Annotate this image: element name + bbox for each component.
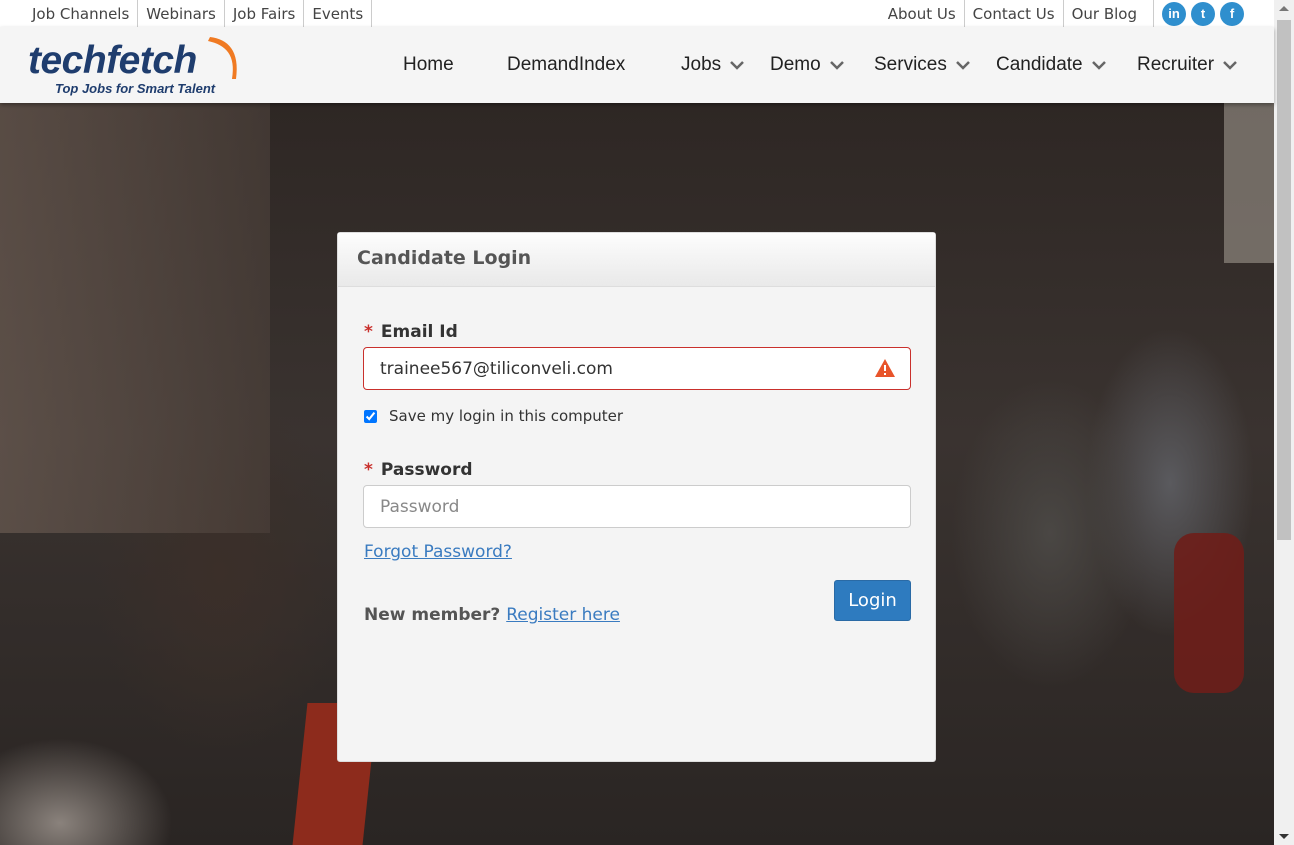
top-utility-bar: Job Channels Webinars Job Fairs Events A… (0, 0, 1274, 27)
chevron-down-icon (829, 61, 844, 70)
required-marker: * (364, 460, 373, 480)
top-link-job-channels[interactable]: Job Channels (24, 0, 139, 27)
nav-services-label: Services (874, 54, 947, 75)
top-link-job-fairs[interactable]: Job Fairs (225, 0, 305, 27)
photo-wall-panel (0, 103, 270, 533)
nav-candidate-label: Candidate (996, 54, 1083, 75)
linkedin-icon[interactable]: in (1162, 1, 1186, 26)
photo-backpack (1174, 533, 1244, 693)
nav-home-label: Home (403, 54, 454, 75)
nav-recruiter-label: Recruiter (1137, 54, 1215, 75)
warning-icon (875, 359, 895, 377)
top-link-our-blog[interactable]: Our Blog (1062, 0, 1145, 27)
email-label-text: Email Id (380, 322, 458, 342)
top-link-events[interactable]: Events (304, 0, 373, 27)
remember-login-label: Save my login in this computer (389, 407, 624, 425)
scroll-up-arrow-icon[interactable] (1279, 6, 1289, 11)
nav-demo-label: Demo (770, 54, 821, 75)
register-here-link[interactable]: Register here (506, 605, 620, 625)
password-label-text: Password (380, 460, 473, 480)
chevron-down-icon (730, 61, 745, 70)
twitter-icon[interactable]: t (1191, 1, 1215, 26)
nav-demandindex[interactable]: DemandIndex (507, 54, 625, 76)
scroll-thumb[interactable] (1277, 20, 1291, 540)
photo-wall-right (1224, 103, 1274, 263)
email-field[interactable] (363, 347, 911, 390)
main-nav: Home DemandIndex Jobs Demo Services Cand… (0, 27, 1274, 103)
facebook-icon[interactable]: f (1220, 1, 1244, 26)
top-link-about-us[interactable]: About Us (880, 0, 964, 27)
nav-home[interactable]: Home (403, 54, 454, 76)
nav-demandindex-label: DemandIndex (507, 54, 626, 75)
login-card-title: Candidate Login (338, 233, 935, 287)
nav-demo[interactable]: Demo (770, 54, 844, 76)
required-marker: * (364, 322, 373, 342)
top-link-contact-us[interactable]: Contact Us (963, 0, 1063, 27)
chevron-down-icon (1223, 61, 1237, 70)
new-member-label: New member? (364, 605, 501, 625)
top-right-links: About Us Contact Us Our Blog in t f (880, 0, 1244, 27)
email-label: * Email Id (364, 322, 458, 342)
remember-login-checkbox-row[interactable]: Save my login in this computer (364, 407, 623, 425)
password-field[interactable] (363, 485, 911, 528)
new-member-prompt: New member? Register here (364, 605, 620, 625)
scroll-down-arrow-icon[interactable] (1279, 834, 1289, 839)
password-label: * Password (364, 460, 473, 480)
remember-login-checkbox[interactable] (364, 409, 377, 423)
nav-jobs[interactable]: Jobs (681, 54, 745, 76)
forgot-password-link[interactable]: Forgot Password? (364, 542, 512, 562)
candidate-login-card: Candidate Login * Email Id Save my login … (337, 232, 936, 762)
nav-recruiter[interactable]: Recruiter (1137, 54, 1237, 76)
nav-services[interactable]: Services (874, 54, 970, 76)
nav-candidate[interactable]: Candidate (996, 54, 1106, 76)
nav-jobs-label: Jobs (681, 54, 722, 75)
top-link-webinars[interactable]: Webinars (138, 0, 225, 27)
login-button[interactable]: Login (834, 580, 911, 621)
chevron-down-icon (955, 61, 970, 70)
page-scrollbar[interactable] (1274, 0, 1294, 845)
main-header: techfetch Top Jobs for Smart Talent Home… (0, 27, 1274, 103)
top-left-links: Job Channels Webinars Job Fairs Events (24, 0, 373, 27)
chevron-down-icon (1091, 61, 1106, 70)
social-icons: in t f (1153, 0, 1244, 27)
